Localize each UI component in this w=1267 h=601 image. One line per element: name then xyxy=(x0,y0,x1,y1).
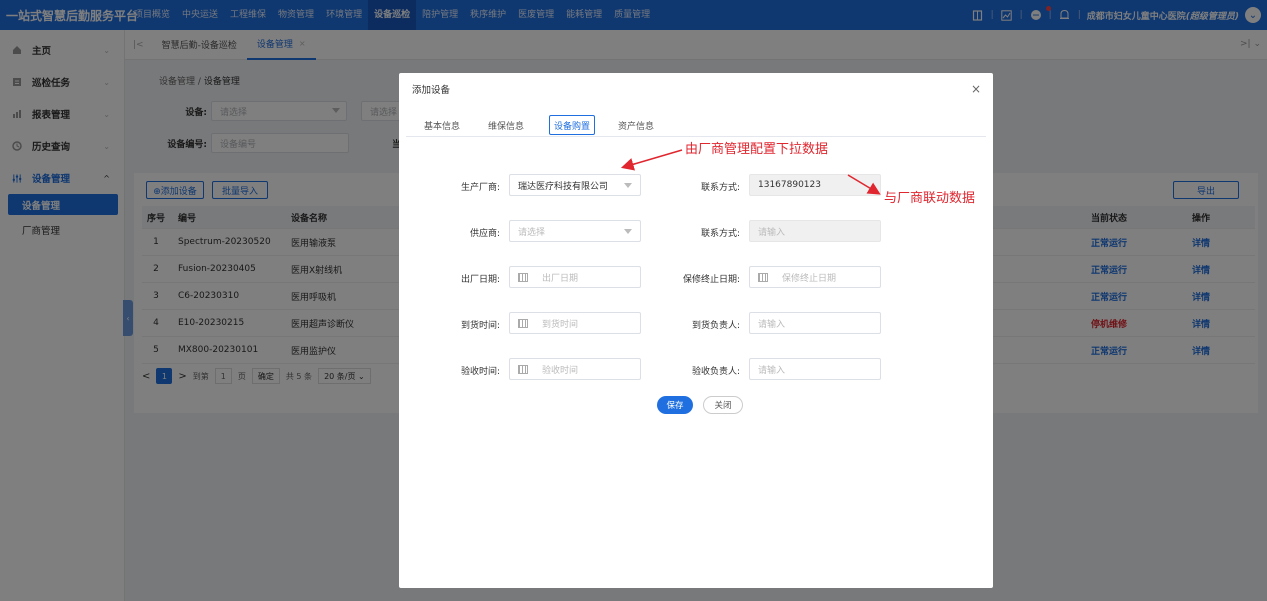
accept-owner-input[interactable]: 请输入 xyxy=(749,358,881,380)
manufacturer-select[interactable]: 瑞达医疗科技有限公司 xyxy=(509,174,641,196)
arrival-time-picker[interactable]: 到货时间 xyxy=(509,312,641,334)
accept-time-picker[interactable]: 验收时间 xyxy=(509,358,641,380)
contact2-field: 请输入 xyxy=(749,220,881,242)
dialog-body: 生产厂商: 瑞达医疗科技有限公司 联系方式: 13167890123 供应商: … xyxy=(406,137,986,420)
date-placeholder: 到货时间 xyxy=(542,319,579,330)
arrival-owner-label: 到货负责人: xyxy=(691,321,740,331)
annotation-dropdown-source: 由厂商管理配置下拉数据 xyxy=(685,142,829,157)
factory-date-label: 出厂日期: xyxy=(460,275,500,285)
calendar-icon xyxy=(518,318,528,328)
manufacturer-label: 生产厂商: xyxy=(460,183,500,193)
tab-maintenance-info[interactable]: 维保信息 xyxy=(486,115,526,135)
arrival-time-label: 到货时间: xyxy=(460,321,500,331)
date-placeholder: 出厂日期 xyxy=(542,273,579,284)
input-placeholder: 请输入 xyxy=(758,319,786,330)
tab-asset-info[interactable]: 资产信息 xyxy=(616,115,656,135)
supplier-label: 供应商: xyxy=(469,229,500,239)
dropdown-arrow-icon xyxy=(624,183,632,188)
field-placeholder: 请输入 xyxy=(758,227,786,238)
save-button[interactable]: 保存 xyxy=(657,396,693,414)
date-placeholder: 保修终止日期 xyxy=(782,273,837,284)
accept-time-label: 验收时间: xyxy=(460,367,500,377)
factory-date-picker[interactable]: 出厂日期 xyxy=(509,266,641,288)
field-value: 13167890123 xyxy=(758,180,821,190)
contact1-label: 联系方式: xyxy=(700,183,740,193)
warranty-end-date-picker[interactable]: 保修终止日期 xyxy=(749,266,881,288)
contact2-label: 联系方式: xyxy=(700,229,740,239)
close-button[interactable]: 关闭 xyxy=(703,396,743,414)
dialog-tabs: 基本信息 维保信息 设备购置 资产信息 xyxy=(406,107,986,137)
calendar-icon xyxy=(518,272,528,282)
close-icon[interactable]: × xyxy=(971,82,981,96)
calendar-icon xyxy=(518,364,528,374)
tab-basic-info[interactable]: 基本信息 xyxy=(422,115,462,135)
warranty-end-label: 保修终止日期: xyxy=(682,275,740,285)
tab-device-purchase[interactable]: 设备购置 xyxy=(549,115,595,135)
select-value: 瑞达医疗科技有限公司 xyxy=(518,181,609,192)
select-placeholder: 请选择 xyxy=(518,227,546,238)
contact1-field: 13167890123 xyxy=(749,174,881,196)
supplier-select[interactable]: 请选择 xyxy=(509,220,641,242)
input-placeholder: 请输入 xyxy=(758,365,786,376)
calendar-icon xyxy=(758,272,768,282)
annotation-linked-data: 与厂商联动数据 xyxy=(884,191,976,206)
dialog-title: 添加设备 xyxy=(412,85,451,96)
date-placeholder: 验收时间 xyxy=(542,365,579,376)
accept-owner-label: 验收负责人: xyxy=(691,367,740,377)
arrival-owner-input[interactable]: 请输入 xyxy=(749,312,881,334)
dropdown-arrow-icon xyxy=(624,229,632,234)
